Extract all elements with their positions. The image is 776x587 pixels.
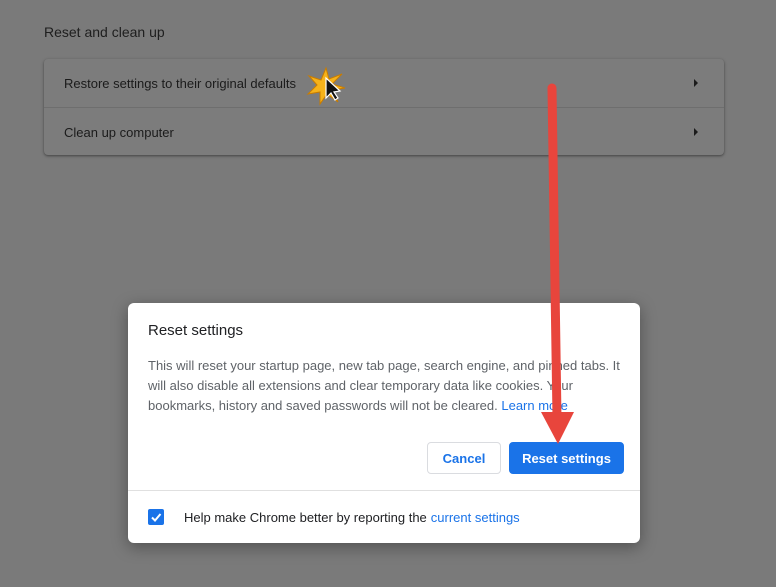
learn-more-link[interactable]: Learn more (501, 398, 567, 413)
reset-settings-button[interactable]: Reset settings (509, 442, 624, 474)
dialog-description-line: will also disable all extensions and cle… (148, 378, 573, 393)
triangle-right-icon (694, 128, 698, 136)
clean-up-computer-row[interactable]: Clean up computer (44, 107, 724, 156)
check-icon (151, 513, 162, 522)
dialog-divider (128, 490, 640, 491)
clean-up-computer-label: Clean up computer (64, 124, 174, 140)
current-settings-link[interactable]: current settings (431, 510, 520, 525)
dialog-description-line: This will reset your startup page, new t… (148, 358, 620, 373)
cancel-button[interactable]: Cancel (427, 442, 501, 474)
dialog-description-line: bookmarks, history and saved passwords w… (148, 398, 568, 413)
section-title: Reset and clean up (44, 24, 165, 40)
dialog-title: Reset settings (148, 322, 244, 339)
reset-settings-dialog: Reset settings This will reset your star… (128, 303, 640, 543)
restore-defaults-label: Restore settings to their original defau… (64, 75, 296, 91)
reset-cleanup-card: Restore settings to their original defau… (44, 59, 724, 155)
footer-text: Help make Chrome better by reporting the (184, 509, 427, 525)
mouse-pointer-icon (306, 66, 346, 106)
triangle-right-icon (694, 79, 698, 87)
dialog-footer: Help make Chrome better by reporting the… (148, 508, 520, 526)
restore-defaults-row[interactable]: Restore settings to their original defau… (44, 59, 724, 107)
report-settings-checkbox[interactable] (148, 509, 164, 525)
dialog-description: This will reset your startup page, new t… (148, 356, 624, 416)
